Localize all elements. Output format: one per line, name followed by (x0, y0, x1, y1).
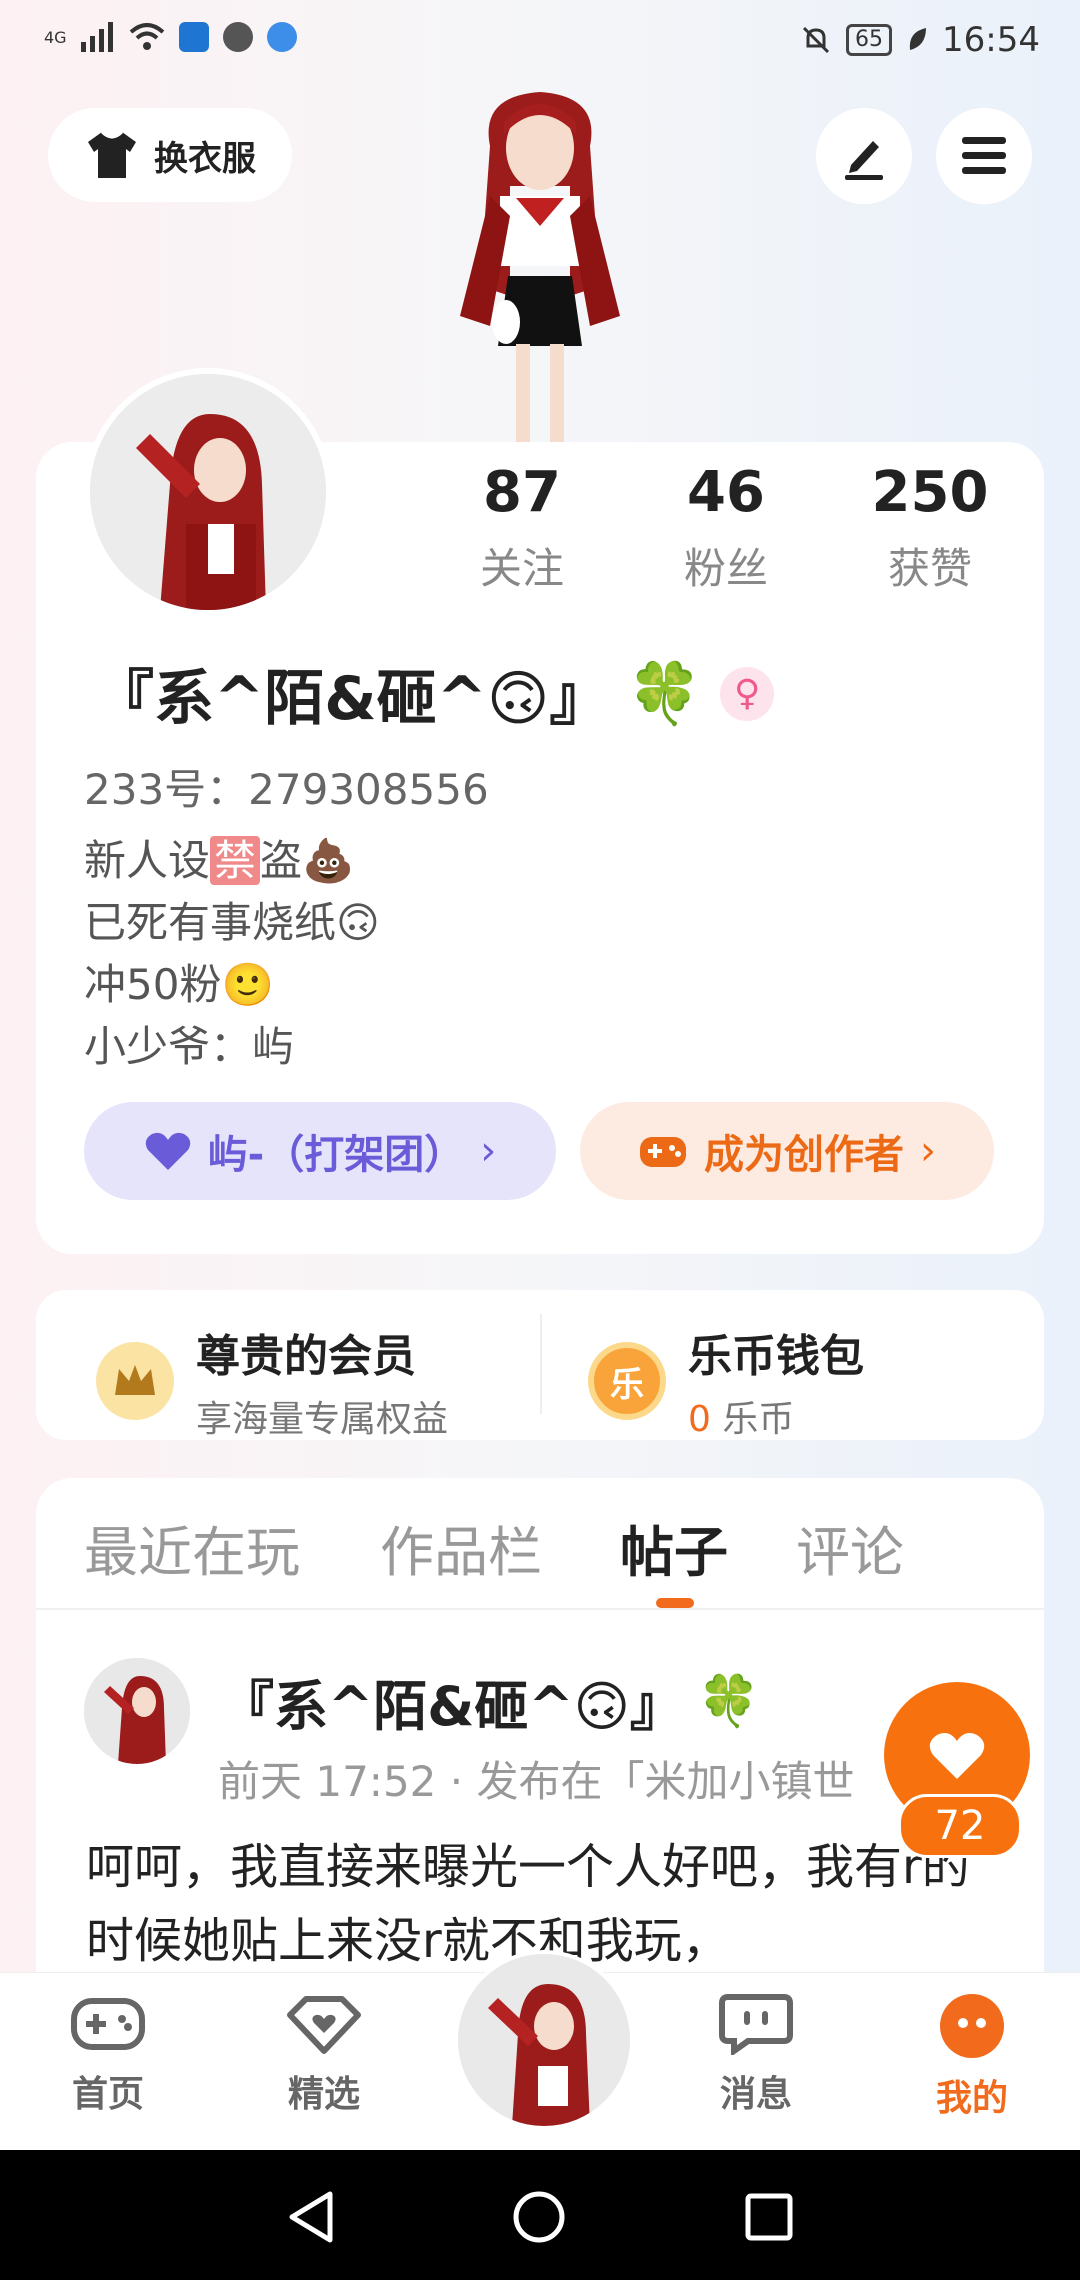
tab-works[interactable]: 作品栏 (380, 1508, 542, 1587)
clover-badge: 🍀 (697, 1672, 761, 1730)
avatar-portrait (458, 1954, 630, 2126)
menu-button[interactable] (936, 108, 1032, 204)
bio-line-2: 已死有事烧纸🙃 (84, 898, 380, 947)
coin-icon: 乐 (588, 1342, 666, 1420)
stat-following-label: 关注 (479, 544, 564, 593)
wallet-unit: 乐币 (722, 1399, 795, 1440)
tab-comments[interactable]: 评论 (796, 1508, 904, 1587)
like-count: 72 (898, 1794, 1022, 1858)
nav-home[interactable]: 首页 (38, 1993, 178, 2117)
profile-bio: 新人设禁盗💩 已死有事烧纸🙃 冲50粉🙂 小少爷：屿 (84, 830, 380, 1078)
chat-bubble-icon (719, 1994, 793, 2057)
nav-featured[interactable]: 精选 (254, 1993, 394, 2117)
bio-line-3: 冲50粉🙂 (84, 960, 274, 1009)
nav-center-avatar[interactable] (454, 1950, 634, 2130)
wardrobe-label: 换衣服 (154, 138, 256, 179)
tab-divider (36, 1608, 1044, 1610)
wallet-balance: 0 乐币 (688, 1390, 864, 1442)
profile-uid[interactable]: 233号：279308556 (84, 756, 489, 817)
mute-bell-icon (802, 26, 830, 54)
bio-line-1-emoji: 💩 (302, 836, 355, 885)
profile-avatar[interactable] (84, 368, 332, 616)
chevron-right-icon: › (480, 1128, 497, 1174)
nav-messages-label: 消息 (719, 2074, 792, 2115)
bio-line-4: 小少爷：屿 (84, 1022, 295, 1071)
edit-button[interactable] (816, 108, 912, 204)
stat-following-value: 87 (483, 460, 561, 525)
chevron-right-icon: › (920, 1128, 936, 1174)
nav-home-label: 首页 (71, 2074, 144, 2115)
battery-indicator: 65 (846, 24, 893, 56)
status-right: 65 16:54 (800, 20, 1040, 60)
back-icon[interactable] (286, 2190, 336, 2244)
wardrobe-button[interactable]: 换衣服 (48, 108, 292, 202)
post-meta[interactable]: 前天 17:52 · 发布在「米加小镇世 (218, 1748, 898, 1809)
stat-followers-label: 粉丝 (683, 544, 768, 593)
gender-female-icon: ♀ (720, 666, 775, 721)
recents-icon[interactable] (744, 2192, 794, 2242)
nav-mine-label: 我的 (935, 2078, 1008, 2119)
stat-followers[interactable]: 46 粉丝 (626, 460, 826, 596)
status-bar: 4G 65 16:54 (0, 0, 1080, 92)
gamepad-icon (640, 1137, 686, 1167)
bio-line-1-pre: 新人设 (84, 836, 211, 885)
wifi-icon (129, 23, 164, 50)
stat-following[interactable]: 87 关注 (422, 460, 622, 596)
vip-entry[interactable]: 尊贵的会员 享海量专属权益 (96, 1320, 448, 1442)
stat-likes-label: 获赞 (887, 544, 972, 593)
smiley-face-icon (940, 1994, 1004, 2058)
wallet-amount: 0 (688, 1399, 711, 1440)
crown-icon (96, 1342, 174, 1420)
gamepad-icon (71, 1998, 145, 2050)
avatar-portrait (90, 374, 326, 610)
become-creator-button[interactable]: 成为创作者 › (580, 1102, 994, 1200)
signal-icon (80, 22, 113, 52)
post-author-avatar[interactable] (84, 1658, 190, 1764)
nav-featured-label: 精选 (287, 2074, 360, 2115)
shield-app-icon (178, 22, 209, 52)
browser-app-icon (266, 22, 297, 52)
avatar-3d-figure[interactable] (420, 86, 660, 446)
nav-messages[interactable]: 消息 (686, 1993, 826, 2117)
stat-likes[interactable]: 250 获赞 (830, 460, 1030, 596)
team-label: 屿-（打架团） (207, 1132, 465, 1178)
bio-line-1-mid: 盗 (260, 836, 303, 885)
status-left: 4G (44, 22, 297, 52)
network-label: 4G (44, 27, 67, 47)
profile-name: 『系^陌&砸^🙃』 (94, 664, 610, 734)
vip-title: 尊贵的会员 (196, 1331, 416, 1382)
home-icon[interactable] (512, 2190, 566, 2244)
leaf-icon (909, 28, 927, 50)
nav-mine[interactable]: 我的 (902, 1993, 1042, 2121)
membership-divider (540, 1314, 542, 1414)
post-author-row: 『系^陌&砸^🙃』 🍀 (220, 1662, 760, 1741)
team-button[interactable]: 屿-（打架团） › (84, 1102, 556, 1200)
heart-icon (929, 1733, 985, 1779)
hamburger-menu-icon (962, 137, 1006, 174)
heart-diamond-icon (287, 1996, 361, 2054)
bio-forbidden-badge: 禁 (210, 836, 261, 885)
stat-likes-value: 250 (871, 460, 989, 525)
avatar-portrait (84, 1658, 190, 1764)
tab-recent-play[interactable]: 最近在玩 (84, 1508, 300, 1587)
clover-badge: 🍀 (627, 659, 703, 729)
tshirt-icon (88, 130, 136, 178)
active-tab-indicator (656, 1598, 694, 1608)
wallet-entry[interactable]: 乐 乐币钱包 0 乐币 (588, 1320, 864, 1442)
stat-followers-value: 46 (687, 460, 765, 525)
bio-line-1: 新人设禁盗💩 (84, 830, 380, 892)
wallet-title: 乐币钱包 (688, 1331, 864, 1382)
chat-app-icon (222, 22, 253, 52)
clock: 16:54 (942, 20, 1040, 60)
system-nav-bar (0, 2150, 1080, 2280)
post-author-name[interactable]: 『系^陌&砸^🙃』 (220, 1662, 684, 1741)
tab-posts[interactable]: 帖子 (620, 1508, 728, 1587)
pencil-icon (845, 141, 883, 180)
heart-icon (145, 1132, 190, 1170)
profile-name-row: 『系^陌&砸^🙃』 🍀 ♀ (94, 650, 775, 737)
vip-subtitle: 享海量专属权益 (196, 1399, 449, 1440)
become-creator-label: 成为创作者 (704, 1132, 904, 1178)
